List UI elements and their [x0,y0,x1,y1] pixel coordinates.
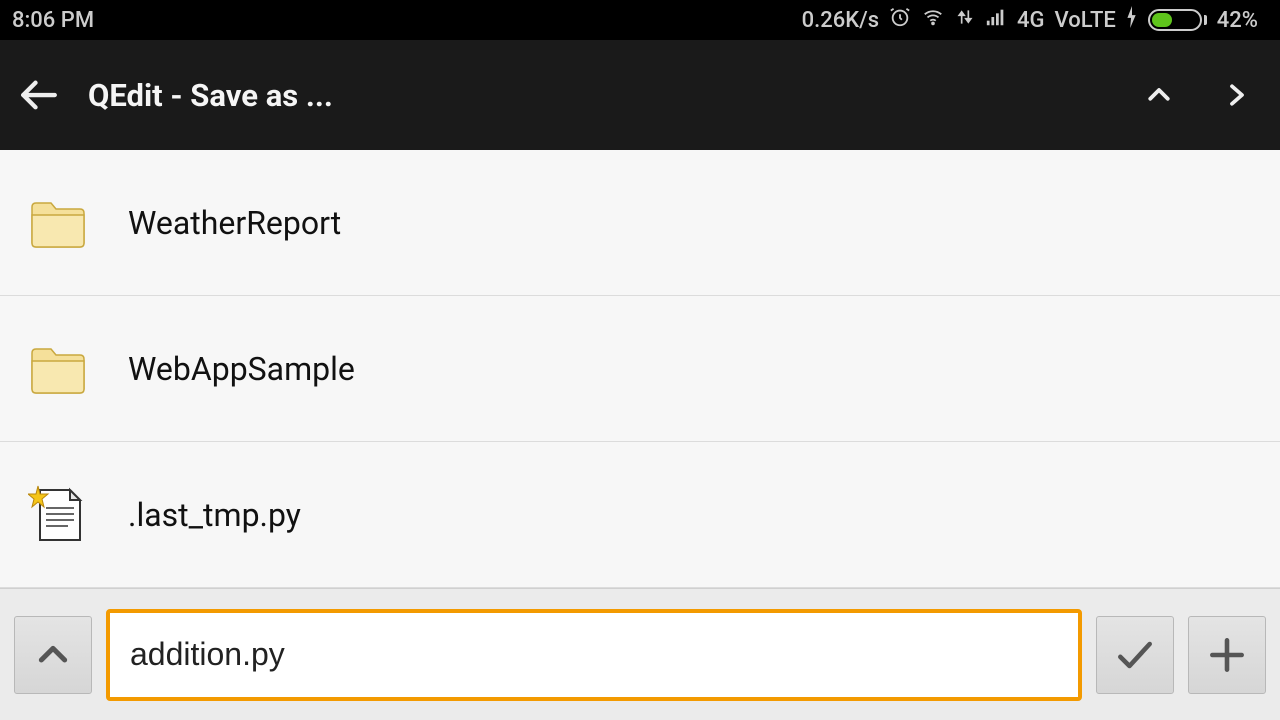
battery-icon [1148,9,1207,31]
add-button[interactable] [1188,616,1266,694]
back-icon[interactable] [18,74,60,116]
file-icon [28,484,128,546]
list-item-label: .last_tmp.py [128,496,301,534]
list-item[interactable]: WebAppSample [0,296,1280,442]
file-list: WeatherReport WebAppSample .last_tmp.py [0,150,1280,588]
plus-icon [1205,633,1249,677]
list-item-label: WeatherReport [128,204,341,242]
status-net-speed: 0.26K/s [802,8,879,33]
check-icon [1113,633,1157,677]
list-item-label: WebAppSample [128,350,355,388]
alarm-icon [889,6,911,34]
status-volte: VoLTE [1055,8,1116,33]
app-bar: QEdit - Save as ... [0,40,1280,150]
list-item[interactable]: .last_tmp.py [0,442,1280,588]
signal-icon [985,6,1007,34]
folder-icon [28,343,128,395]
chevron-up-icon [33,635,73,675]
status-time: 8:06 PM [12,8,94,33]
charging-icon [1126,6,1138,34]
filename-input[interactable] [106,609,1082,701]
up-dir-button[interactable] [14,616,92,694]
folder-icon [28,197,128,249]
app-title: QEdit - Save as ... [88,77,1120,114]
bottom-bar [0,588,1280,720]
data-transfer-icon [955,6,975,34]
confirm-button[interactable] [1096,616,1174,694]
status-battery-pct: 42% [1217,8,1258,33]
wifi-icon [921,6,945,34]
forward-icon[interactable] [1198,66,1262,124]
status-bar: 8:06 PM 0.26K/s 4G VoLTE [0,0,1280,40]
status-right-cluster: 0.26K/s 4G VoLTE 42% [802,6,1258,34]
list-item[interactable]: WeatherReport [0,150,1280,296]
collapse-icon[interactable] [1120,66,1198,124]
status-network-type: 4G [1017,8,1045,33]
